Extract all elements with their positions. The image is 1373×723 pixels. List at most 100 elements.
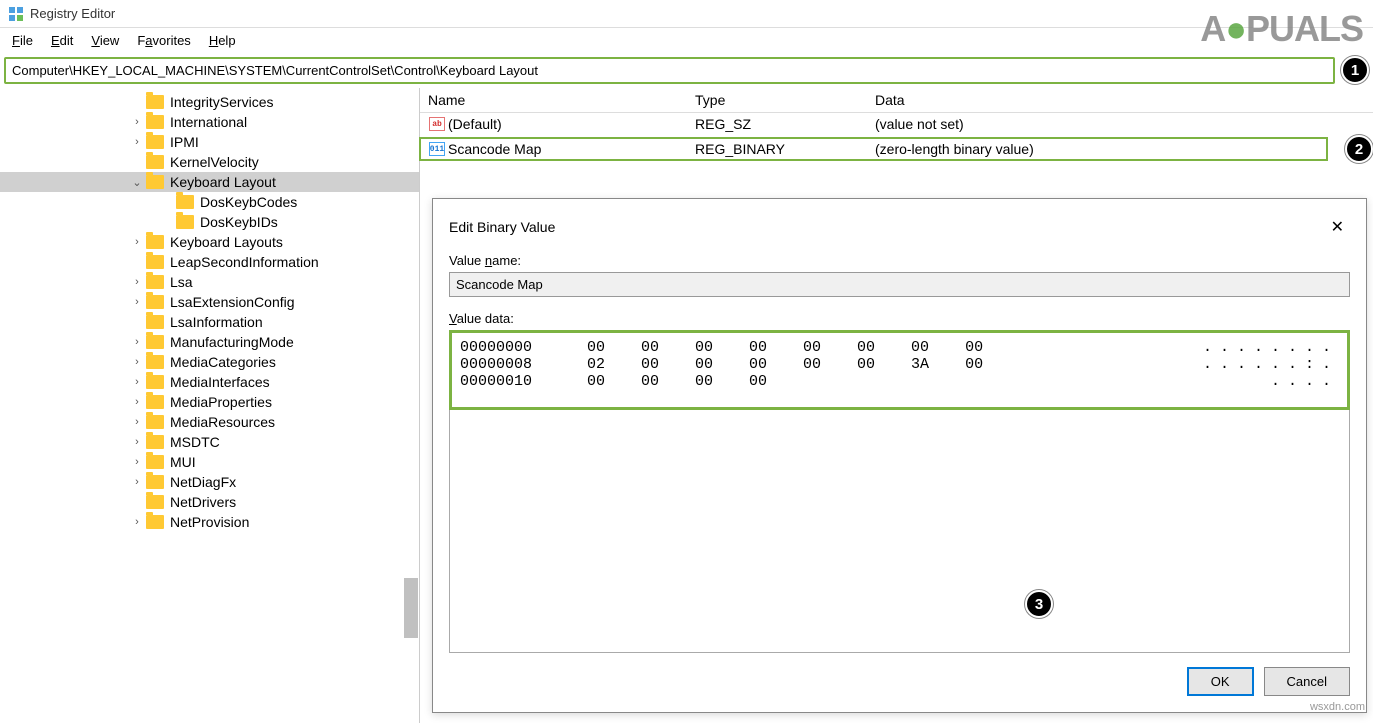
chevron-icon[interactable]: › [130, 436, 144, 448]
value-name-label: Value name: [449, 253, 1350, 268]
menu-favorites[interactable]: Favorites [129, 31, 198, 50]
tree-item[interactable]: LsaInformation [0, 312, 419, 332]
tree-item-label: MSDTC [170, 434, 220, 450]
dialog-title: Edit Binary Value [449, 219, 555, 235]
chevron-icon[interactable]: › [130, 356, 144, 368]
chevron-icon[interactable]: › [130, 396, 144, 408]
tree-scrollbar-thumb[interactable] [404, 578, 418, 638]
tree-item[interactable]: DosKeybIDs [0, 212, 419, 232]
folder-icon [176, 215, 194, 229]
folder-icon [146, 135, 164, 149]
folder-icon [146, 295, 164, 309]
annotation-badge-1: 1 [1341, 56, 1369, 84]
edit-binary-dialog: Edit Binary Value ✕ Value name: Value da… [432, 198, 1367, 713]
tree-item[interactable]: › International [0, 112, 419, 132]
close-icon[interactable]: ✕ [1325, 215, 1350, 239]
tree-item-label: KernelVelocity [170, 154, 259, 170]
tree-item[interactable]: › IPMI [0, 132, 419, 152]
tree-item-label: Keyboard Layout [170, 174, 276, 190]
footer-watermark: wsxdn.com [1310, 701, 1365, 713]
tree-item-label: IPMI [170, 134, 199, 150]
chevron-icon[interactable]: › [130, 236, 144, 248]
tree-item[interactable]: ›Lsa [0, 272, 419, 292]
menu-help[interactable]: Help [201, 31, 244, 50]
folder-icon [146, 515, 164, 529]
tree-pane[interactable]: IntegrityServices › International › IPMI Kern… [0, 88, 420, 723]
tree-item[interactable]: ›NetDiagFx [0, 472, 419, 492]
tree-item-label: LsaInformation [170, 314, 263, 330]
tree-item[interactable]: ›LsaExtensionConfig [0, 292, 419, 312]
chevron-icon[interactable]: › [130, 136, 144, 148]
folder-icon [146, 275, 164, 289]
chevron-icon[interactable]: › [130, 336, 144, 348]
hex-row[interactable]: 00000000 00 00 00 00 00 00 00 00........ [460, 339, 1339, 356]
folder-icon [146, 375, 164, 389]
hex-bytes[interactable]: 02 00 00 00 00 00 3A 00 [560, 356, 983, 373]
appuals-logo: A●PUALS [1200, 8, 1363, 50]
titlebar: Registry Editor [0, 0, 1373, 28]
hex-editor[interactable]: 00000000 00 00 00 00 00 00 00 00........… [449, 330, 1350, 410]
chevron-icon[interactable]: ⌄ [130, 176, 144, 189]
tree-item[interactable]: ›MediaResources [0, 412, 419, 432]
tree-item[interactable]: ⌄ Keyboard Layout [0, 172, 419, 192]
tree-item[interactable]: › NetProvision [0, 512, 419, 532]
hex-ascii: ........ [1203, 339, 1339, 356]
tree-item[interactable]: ›Keyboard Layouts [0, 232, 419, 252]
tree-item-label: NetProvision [170, 514, 249, 530]
chevron-icon[interactable]: › [130, 296, 144, 308]
hex-offset: 00000010 [460, 373, 560, 390]
hex-row[interactable]: 00000010 00 00 00 00.... [460, 373, 1339, 390]
tree-item[interactable]: ›ManufacturingMode [0, 332, 419, 352]
tree-item[interactable]: IntegrityServices [0, 92, 419, 112]
hex-bytes[interactable]: 00 00 00 00 [560, 373, 767, 390]
chevron-icon[interactable]: › [130, 516, 144, 528]
hex-ascii: .... [1271, 373, 1339, 390]
binary-value-icon: 011 [429, 142, 445, 156]
regedit-icon [8, 6, 24, 22]
value-row[interactable]: 011Scancode MapREG_BINARY(zero-length bi… [420, 138, 1327, 160]
chevron-icon[interactable]: › [130, 376, 144, 388]
chevron-icon[interactable]: › [130, 416, 144, 428]
tree-item-label: International [170, 114, 247, 130]
string-value-icon: ab [429, 117, 445, 131]
annotation-badge-3: 3 [1025, 590, 1053, 618]
tree-item-label: MediaCategories [170, 354, 276, 370]
address-bar-row: 1 [0, 52, 1373, 88]
folder-icon [146, 435, 164, 449]
hex-bytes[interactable]: 00 00 00 00 00 00 00 00 [560, 339, 983, 356]
tree-item[interactable]: › MediaInterfaces [0, 372, 419, 392]
folder-icon [146, 155, 164, 169]
chevron-icon[interactable]: › [130, 276, 144, 288]
value-name-input [449, 272, 1350, 297]
tree-item[interactable]: ›MediaProperties [0, 392, 419, 412]
ok-button[interactable]: OK [1187, 667, 1254, 696]
hex-editor-empty-area[interactable] [449, 410, 1350, 653]
value-name: (Default) [448, 116, 695, 132]
folder-icon [146, 355, 164, 369]
tree-item[interactable]: NetDrivers [0, 492, 419, 512]
chevron-icon[interactable]: › [130, 476, 144, 488]
column-type[interactable]: Type [695, 92, 875, 108]
tree-item-label: MUI [170, 454, 196, 470]
column-name[interactable]: Name [420, 92, 695, 108]
hex-ascii: ......:. [1203, 356, 1339, 373]
value-data-label: Value data: [449, 311, 1350, 326]
folder-icon [146, 255, 164, 269]
cancel-button[interactable]: Cancel [1264, 667, 1350, 696]
column-data[interactable]: Data [875, 92, 1373, 108]
menu-file[interactable]: File [4, 31, 41, 50]
tree-item[interactable]: › MUI [0, 452, 419, 472]
tree-item[interactable]: › MSDTC [0, 432, 419, 452]
hex-row[interactable]: 00000008 02 00 00 00 00 00 3A 00......:. [460, 356, 1339, 373]
tree-item[interactable]: KernelVelocity [0, 152, 419, 172]
value-row[interactable]: ab(Default)REG_SZ(value not set) [420, 113, 1373, 135]
tree-item[interactable]: DosKeybCodes [0, 192, 419, 212]
menu-view[interactable]: View [83, 31, 127, 50]
tree-item[interactable]: LeapSecondInformation [0, 252, 419, 272]
tree-item[interactable]: › MediaCategories [0, 352, 419, 372]
chevron-icon[interactable]: › [130, 456, 144, 468]
menu-edit[interactable]: Edit [43, 31, 81, 50]
tree-item-label: MediaInterfaces [170, 374, 270, 390]
address-bar[interactable] [4, 57, 1335, 84]
chevron-icon[interactable]: › [130, 116, 144, 128]
